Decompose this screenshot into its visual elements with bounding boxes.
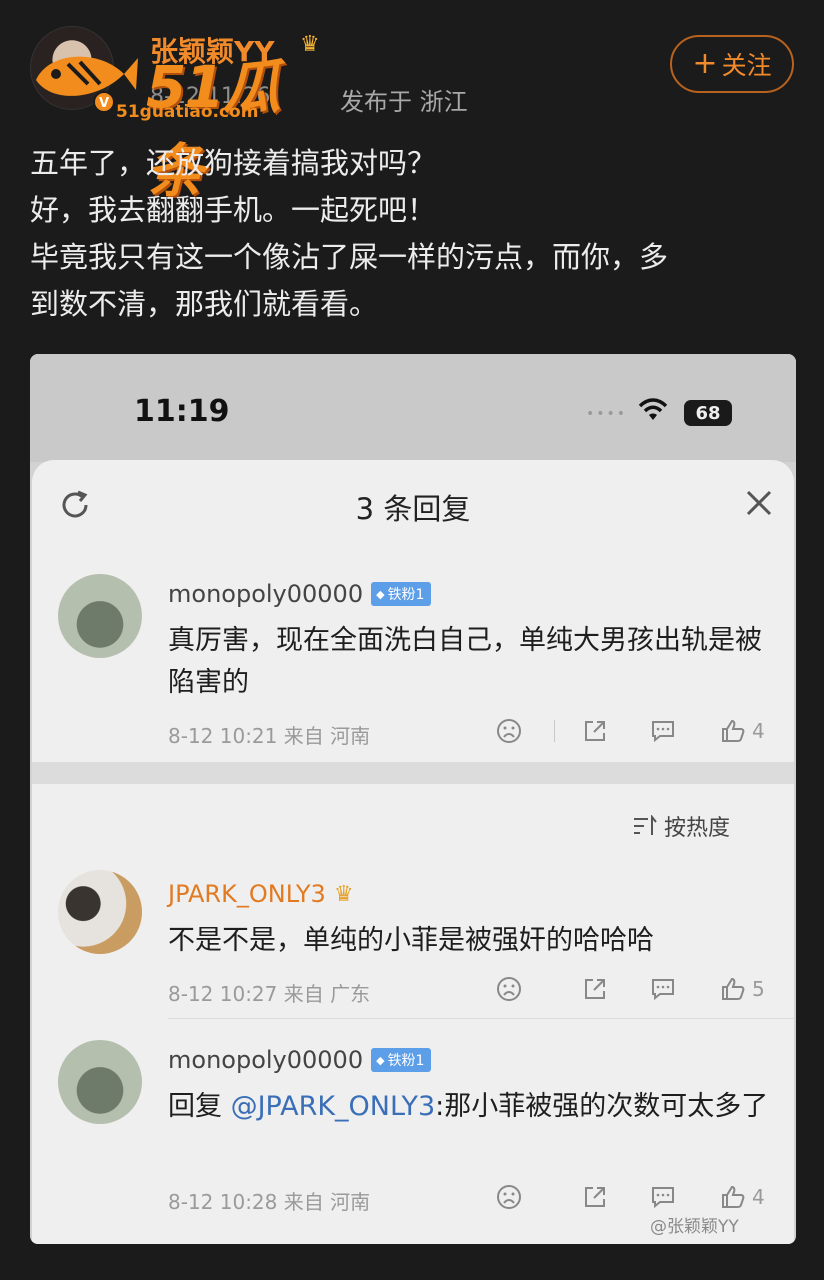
post-body: 五年了，还放狗接着搞我对吗？ 好，我去翻翻手机。一起死吧！ 毕竟我只有这一个像沾… (30, 140, 800, 328)
reply-prefix: 回复 (168, 1091, 222, 1122)
watermark-logo: V 51瓜条 51guatiao.com (28, 40, 328, 205)
share-icon (585, 721, 605, 741)
commenter-avatar[interactable] (58, 870, 142, 954)
sort-label: 按热度 (664, 816, 731, 841)
commenter-name[interactable]: monopoly00000 ◆ 铁粉1 (168, 1046, 432, 1074)
share-button[interactable] (582, 974, 608, 1004)
sheet-header: 3 条回复 (32, 460, 794, 550)
thumbs-up-icon (722, 719, 745, 742)
comment-text: 回复 @JPARK_ONLY3:那小菲被强的次数可太多了 (168, 1086, 778, 1128)
fan-badge-label: 铁粉1 (387, 1053, 425, 1069)
battery-icon: 68 (684, 400, 732, 426)
comment-meta: 8-12 10:27 来自 广东 (168, 982, 371, 1006)
share-icon (585, 979, 605, 999)
fan-badge: ◆ 铁粉1 (371, 582, 432, 606)
share-button[interactable] (582, 716, 608, 746)
comment-button[interactable] (650, 974, 676, 1004)
fan-badge-label: 铁粉1 (387, 587, 425, 603)
diamond-icon: ◆ (376, 1053, 385, 1067)
thumbs-up-icon (722, 977, 745, 1000)
share-icon (585, 1187, 605, 1207)
comment-actions: 5 (492, 974, 782, 1004)
sort-icon (634, 815, 657, 835)
post-line: 毕竟我只有这一个像沾了屎一样的污点，而你，多 (30, 240, 669, 274)
frown-icon (497, 977, 521, 1001)
comment-button[interactable] (650, 1182, 676, 1212)
signal-icon: •••• (586, 406, 628, 422)
commenter-username[interactable]: monopoly00000 (168, 1046, 363, 1074)
like-count: 5 (752, 977, 765, 1001)
mention-link[interactable]: @JPARK_ONLY3 (231, 1091, 436, 1122)
commenter-avatar[interactable] (58, 1040, 142, 1124)
section-separator (32, 762, 794, 784)
fan-badge: ◆ 铁粉1 (371, 1048, 432, 1072)
post-line: 五年了，还放狗接着搞我对吗？ (30, 146, 437, 180)
wifi-icon (638, 398, 668, 420)
commenter-username[interactable]: JPARK_ONLY3 (168, 880, 326, 908)
close-icon[interactable] (744, 488, 774, 518)
replies-sheet: 3 条回复 monopoly00000 ◆ 铁粉1 真厉害，现在全面洗白自己，单纯… (32, 460, 794, 1244)
share-button[interactable] (582, 1182, 608, 1212)
post-header: 张颖颖YY ♛ 8-12 11:26 发布于 浙江 + 关注 V 51瓜条 51… (0, 0, 824, 205)
comment-icon (652, 721, 674, 743)
embedded-screenshot[interactable]: 11:19 •••• 68 3 条回复 monopoly00000 ◆铁粉1 (30, 354, 796, 1244)
comment-icon (652, 979, 674, 1001)
post-line: 好，我去翻翻手机。一起死吧！ (30, 193, 437, 227)
like-button[interactable]: 5 (720, 974, 765, 1004)
follow-button[interactable]: + 关注 (670, 35, 794, 93)
commenter-avatar[interactable] (58, 574, 142, 658)
like-count: 4 (752, 719, 765, 743)
like-button[interactable]: 4 (720, 716, 765, 746)
comment-text: 不是不是，单纯的小菲是被强奸的哈哈哈 (168, 925, 654, 956)
divider (168, 1018, 794, 1019)
comment-button[interactable] (650, 716, 676, 746)
follow-label: 关注 (721, 51, 772, 80)
plus-icon: + (692, 46, 718, 81)
comment-meta: 8-12 10:21 来自 河南 (168, 724, 371, 748)
sheet-title: 3 条回复 (355, 492, 471, 526)
comment-text: 真厉害，现在全面洗白自己，单纯大男孩出轨是被陷害的 (168, 625, 762, 698)
status-time: 11:19 (134, 394, 230, 429)
corner-watermark: @张颖颖YY (650, 1217, 739, 1237)
diamond-icon: ◆ (376, 587, 385, 601)
dislike-button[interactable] (496, 974, 522, 1004)
dislike-button[interactable] (496, 1182, 522, 1212)
post-line: 到数不清，那我们就看看。 (30, 287, 379, 321)
sort-by-hot-button[interactable]: 按热度 (632, 810, 730, 842)
dislike-button[interactable] (496, 716, 522, 746)
thumbs-up-icon (722, 1185, 745, 1208)
comment-meta: 8-12 10:28 来自 河南 (168, 1190, 371, 1214)
comment-icon (652, 1187, 674, 1209)
svg-text:V: V (99, 96, 109, 111)
frown-icon (497, 1185, 521, 1209)
status-bar: 11:19 •••• 68 (30, 354, 796, 462)
post-location: 发布于 浙江 (340, 88, 468, 116)
frown-icon (497, 719, 521, 743)
logo-url: 51guatiao.com (116, 102, 259, 122)
commenter-name[interactable]: monopoly00000 ◆ 铁粉1 (168, 580, 432, 608)
divider (554, 720, 555, 742)
comment-actions: 4 (492, 1182, 782, 1212)
commenter-name[interactable]: JPARK_ONLY3 ♛ (168, 880, 354, 908)
reply-body: :那小菲被强的次数可太多了 (435, 1091, 769, 1122)
commenter-username[interactable]: monopoly00000 (168, 580, 363, 608)
like-button[interactable]: 4 (720, 1182, 765, 1212)
like-count: 4 (752, 1185, 765, 1209)
crown-icon: ♛ (333, 881, 354, 907)
comment-actions: 4 (492, 716, 782, 746)
